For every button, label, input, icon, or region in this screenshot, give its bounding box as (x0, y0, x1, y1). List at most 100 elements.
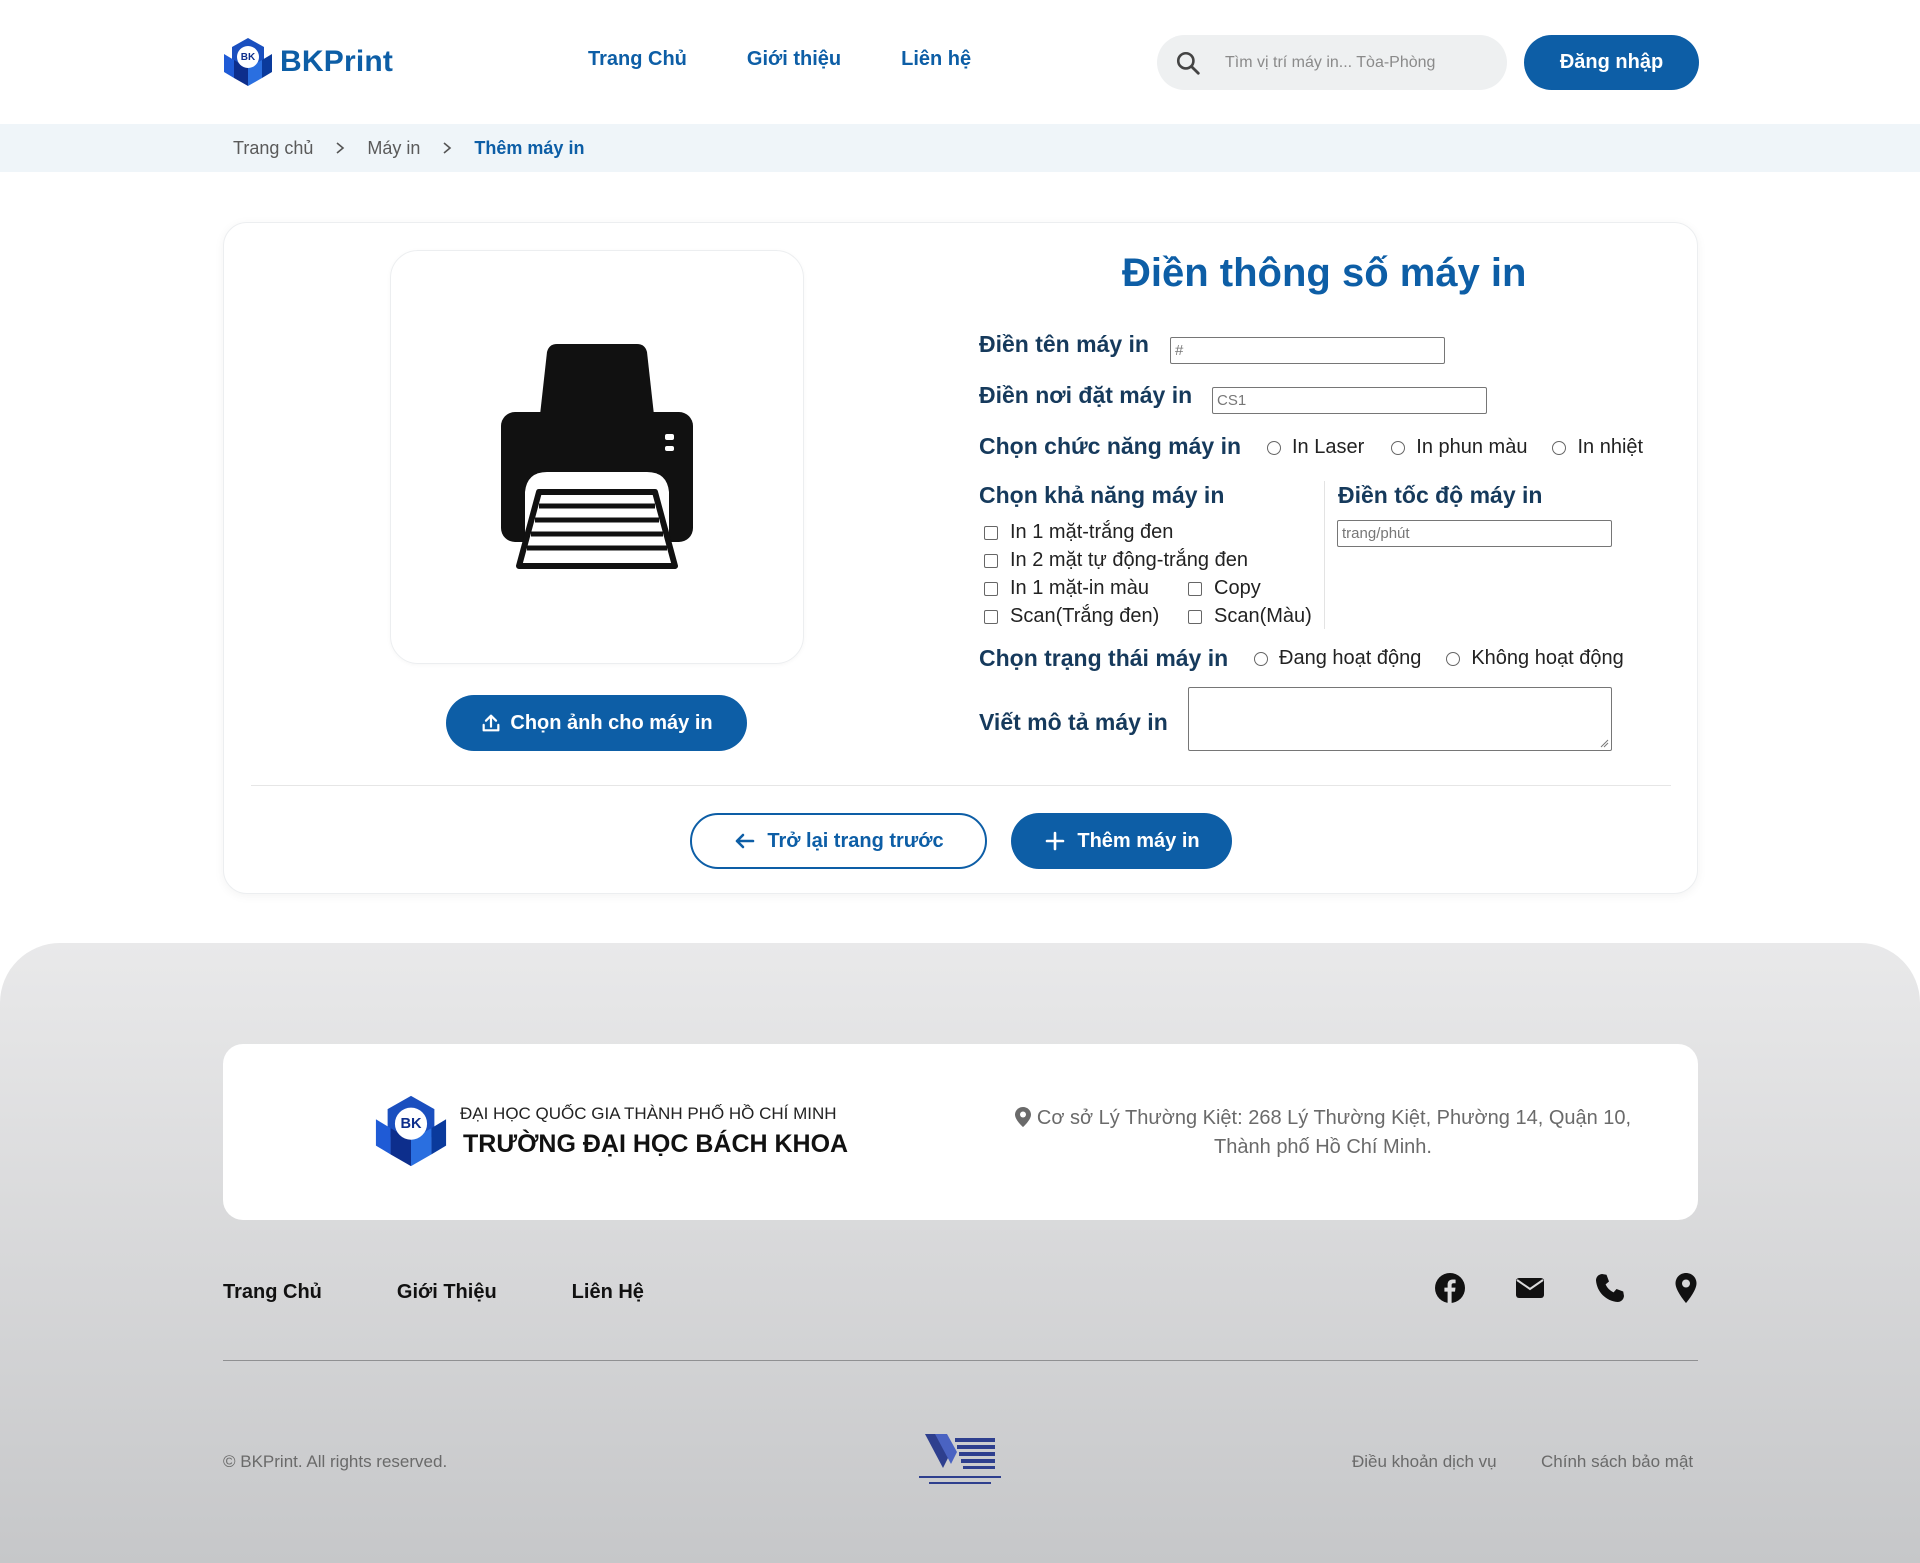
add-printer-button[interactable]: Thêm máy in (1011, 813, 1232, 869)
arrow-left-icon (736, 833, 755, 849)
radio-button[interactable] (1254, 651, 1268, 666)
checkbox[interactable] (984, 609, 998, 624)
university-parent-name: ĐẠI HỌC QUỐC GIA THÀNH PHỐ HỒ CHÍ MINH (460, 1104, 837, 1123)
capability-option[interactable]: Scan(Trắng đen) (984, 605, 1159, 628)
footer-nav: Trang Chủ Giới Thiệu Liên Hệ (223, 1281, 719, 1304)
status-inactive-label: Không hoạt động (1471, 647, 1624, 669)
radio-button[interactable] (1552, 440, 1567, 455)
function-thermal-option[interactable]: In nhiệt (1552, 436, 1643, 459)
printer-icon (501, 344, 693, 569)
main-nav: Trang Chủ Giới thiệu Liên hệ (588, 48, 1031, 71)
login-button[interactable]: Đăng nhập (1524, 35, 1699, 90)
add-printer-card: Chọn ảnh cho máy in Điền thông số máy in… (223, 222, 1698, 894)
vnu-logo-icon (919, 1434, 1001, 1484)
svg-text:BK: BK (241, 52, 256, 63)
function-inkjet-option[interactable]: In phun màu (1391, 436, 1527, 459)
nav-home[interactable]: Trang Chủ (588, 48, 687, 71)
capability-option[interactable]: Copy (1188, 577, 1261, 600)
choose-image-label: Chọn ảnh cho máy in (510, 711, 713, 734)
capability-label: Scan(Màu) (1214, 605, 1312, 627)
phone-icon[interactable] (1593, 1271, 1627, 1305)
search-icon[interactable] (1175, 50, 1201, 76)
nav-contact[interactable]: Liên hệ (901, 48, 971, 71)
checkbox[interactable] (1188, 581, 1202, 596)
resize-grip-icon[interactable] (1599, 738, 1609, 748)
back-label: Trở lại trang trước (767, 829, 944, 852)
status-active-label: Đang hoạt động (1279, 647, 1422, 669)
horizontal-divider (251, 785, 1671, 786)
checkbox[interactable] (984, 525, 998, 540)
function-radio-group: In Laser In phun màu In nhiệt (1267, 436, 1643, 459)
choose-image-button[interactable]: Chọn ảnh cho máy in (446, 695, 747, 751)
checkbox[interactable] (984, 581, 998, 596)
nav-about[interactable]: Giới thiệu (747, 48, 841, 71)
back-button[interactable]: Trở lại trang trước (690, 813, 987, 869)
privacy-link[interactable]: Chính sách bảo mật (1541, 1452, 1693, 1472)
printer-location-label: Điền nơi đặt máy in (979, 382, 1193, 408)
capability-option[interactable]: Scan(Màu) (1188, 605, 1312, 628)
footer-nav-about[interactable]: Giới Thiệu (397, 1281, 497, 1304)
university-card: BK ĐẠI HỌC QUỐC GIA THÀNH PHỐ HỒ CHÍ MIN… (223, 1044, 1698, 1220)
printer-name-input[interactable] (1170, 337, 1445, 364)
printer-image-preview (390, 250, 804, 664)
capability-option[interactable]: In 2 mặt tự động-trắng đen (984, 549, 1248, 572)
checkbox[interactable] (1188, 609, 1202, 624)
printer-description-label: Viết mô tả máy in (979, 709, 1168, 735)
brand-name: BKPrint (280, 45, 394, 78)
bk-logo-icon: BK (224, 38, 272, 86)
function-laser-option[interactable]: In Laser (1267, 436, 1364, 459)
chevron-right-icon (442, 141, 452, 155)
function-laser-label: In Laser (1292, 436, 1365, 458)
radio-button[interactable] (1391, 440, 1406, 455)
capability-label: Copy (1214, 577, 1261, 599)
capability-label: Scan(Trắng đen) (1010, 605, 1160, 627)
printer-description-textarea[interactable] (1188, 687, 1612, 751)
function-inkjet-label: In phun màu (1416, 436, 1528, 458)
search-bar (1157, 35, 1507, 90)
map-pin-icon (1014, 1107, 1031, 1127)
upload-icon (482, 714, 500, 732)
footer-nav-home[interactable]: Trang Chủ (223, 1281, 322, 1304)
capability-option[interactable]: In 1 mặt-in màu (984, 577, 1149, 600)
status-radio-group: Đang hoạt động Không hoạt động (1254, 647, 1624, 670)
add-printer-label: Thêm máy in (1077, 829, 1200, 852)
location-icon[interactable] (1669, 1271, 1703, 1305)
footer-divider (223, 1360, 1698, 1361)
status-active-option[interactable]: Đang hoạt động (1254, 647, 1421, 670)
hcmut-logo-icon: BK (375, 1095, 447, 1167)
breadcrumb: Trang chủ Máy in Thêm máy in (0, 124, 1920, 172)
printer-location-input[interactable] (1212, 387, 1487, 414)
printer-speed-label: Điền tốc độ máy in (1338, 482, 1543, 508)
printer-name-label: Điền tên máy in (979, 331, 1149, 357)
facebook-icon[interactable] (1433, 1271, 1467, 1305)
brand-logo[interactable]: BK BKPrint (222, 36, 393, 88)
printer-speed-input[interactable] (1337, 520, 1612, 547)
copyright: © BKPrint. All rights reserved. (223, 1452, 448, 1471)
plus-icon (1046, 831, 1065, 851)
checkbox[interactable] (984, 553, 998, 568)
svg-text:BK: BK (400, 1116, 422, 1132)
footer: BK ĐẠI HỌC QUỐC GIA THÀNH PHỐ HỒ CHÍ MIN… (0, 943, 1920, 1563)
header: BK BKPrint Trang Chủ Giới thiệu Liên hệ … (0, 0, 1920, 124)
printer-capability-label: Chọn khả năng máy in (979, 482, 1225, 508)
function-thermal-label: In nhiệt (1577, 436, 1644, 458)
breadcrumb-printers[interactable]: Máy in (367, 138, 420, 159)
address-text: Cơ sở Lý Thường Kiệt: 268 Lý Thường Kiệt… (1036, 1107, 1632, 1158)
capability-option[interactable]: In 1 mặt-trắng đen (984, 521, 1173, 544)
mail-icon[interactable] (1513, 1271, 1547, 1305)
university-address: Cơ sở Lý Thường Kiệt: 268 Lý Thường Kiệt… (1003, 1104, 1643, 1162)
status-inactive-option[interactable]: Không hoạt động (1446, 647, 1624, 670)
capability-label: In 1 mặt-in màu (1010, 577, 1149, 599)
search-input[interactable] (1225, 53, 1505, 72)
chevron-right-icon (335, 141, 345, 155)
radio-button[interactable] (1446, 651, 1461, 666)
breadcrumb-current: Thêm máy in (474, 137, 585, 158)
form-title: Điền thông số máy in (1122, 251, 1527, 295)
university-name: TRƯỜNG ĐẠI HỌC BÁCH KHOA (463, 1130, 849, 1158)
radio-button[interactable] (1267, 440, 1281, 455)
terms-link[interactable]: Điều khoản dịch vụ (1352, 1452, 1497, 1472)
footer-nav-contact[interactable]: Liên Hệ (572, 1281, 644, 1304)
capability-label: In 2 mặt tự động-trắng đen (1010, 549, 1248, 571)
printer-function-label: Chọn chức năng máy in (979, 433, 1242, 459)
breadcrumb-home[interactable]: Trang chủ (233, 138, 313, 159)
